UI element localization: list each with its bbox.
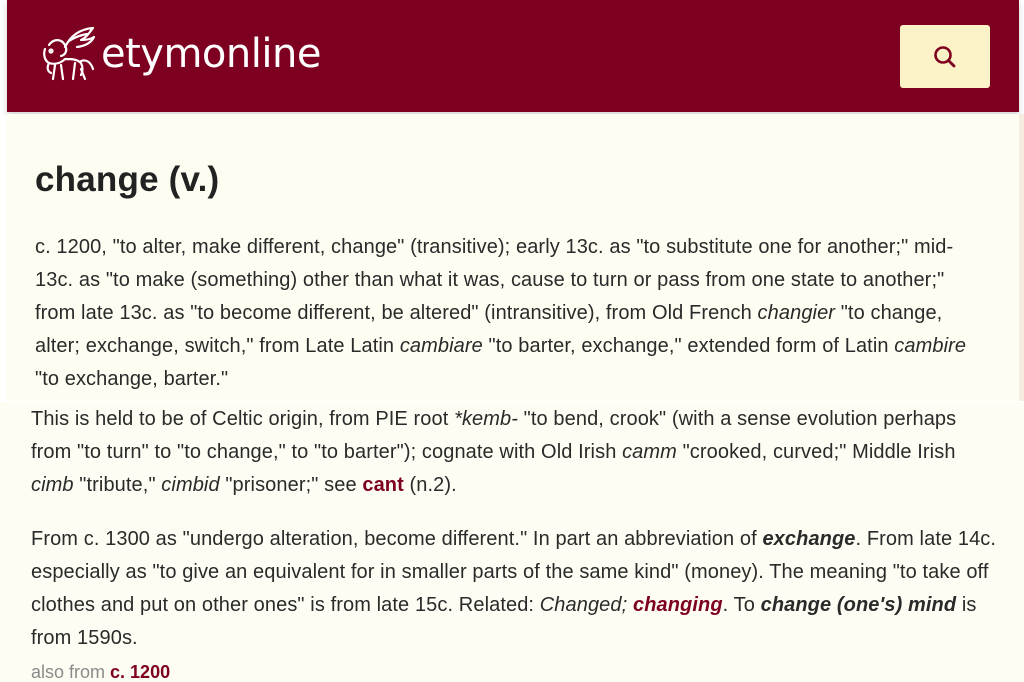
site-logo[interactable]: etymonline: [35, 24, 321, 84]
foreign-word: camm: [622, 441, 677, 463]
text: From c. 1300 as "undergo alteration, bec…: [31, 528, 763, 550]
entry-paragraph-1: c. 1200, "to alter, make different, chan…: [35, 231, 985, 396]
cross-reference-link[interactable]: changing: [633, 594, 723, 616]
also-from-label: also from: [31, 662, 111, 682]
entry-title: change (v.): [35, 160, 220, 199]
text: "to exchange, barter.": [35, 368, 229, 390]
text: "prisoner;" see: [219, 474, 363, 496]
also-from: also from c. 1200: [31, 660, 170, 682]
text: "to barter, exchange," extended form of …: [482, 335, 895, 357]
foreign-word: cambire: [894, 335, 967, 357]
entry-paragraph-3: From c. 1300 as "undergo alteration, bec…: [31, 523, 1006, 655]
site-header: etymonline: [7, 0, 1019, 112]
text: "tribute,": [73, 474, 162, 496]
date-link[interactable]: c. 1200: [110, 662, 170, 682]
winged-lion-icon: [43, 26, 96, 81]
cross-reference-link[interactable]: cant: [362, 474, 404, 496]
search-button[interactable]: [900, 25, 990, 88]
foreign-word: cimbid: [161, 474, 220, 496]
text: "crooked, curved;" Middle Irish: [676, 441, 956, 463]
foreign-word: *kemb-: [454, 408, 519, 430]
page: etymonline change (v.) c. 1200, "to alte…: [0, 0, 1024, 682]
text: (n.2).: [403, 474, 457, 496]
foreign-word: cambiare: [399, 335, 483, 357]
text: . To: [722, 594, 761, 616]
emphasized-word: exchange: [762, 528, 856, 550]
foreign-word: cimb: [31, 474, 74, 496]
foreign-word: changier: [757, 302, 836, 324]
emphasized-phrase: change (one's) mind: [760, 594, 957, 616]
search-icon: [934, 45, 956, 67]
panel-edge: [1019, 114, 1024, 401]
text: This is held to be of Celtic origin, fro…: [31, 408, 455, 430]
related-word: Changed;: [539, 594, 628, 616]
entry-paragraph-2: This is held to be of Celtic origin, fro…: [31, 403, 991, 502]
logo-text: etymonline: [101, 31, 321, 77]
